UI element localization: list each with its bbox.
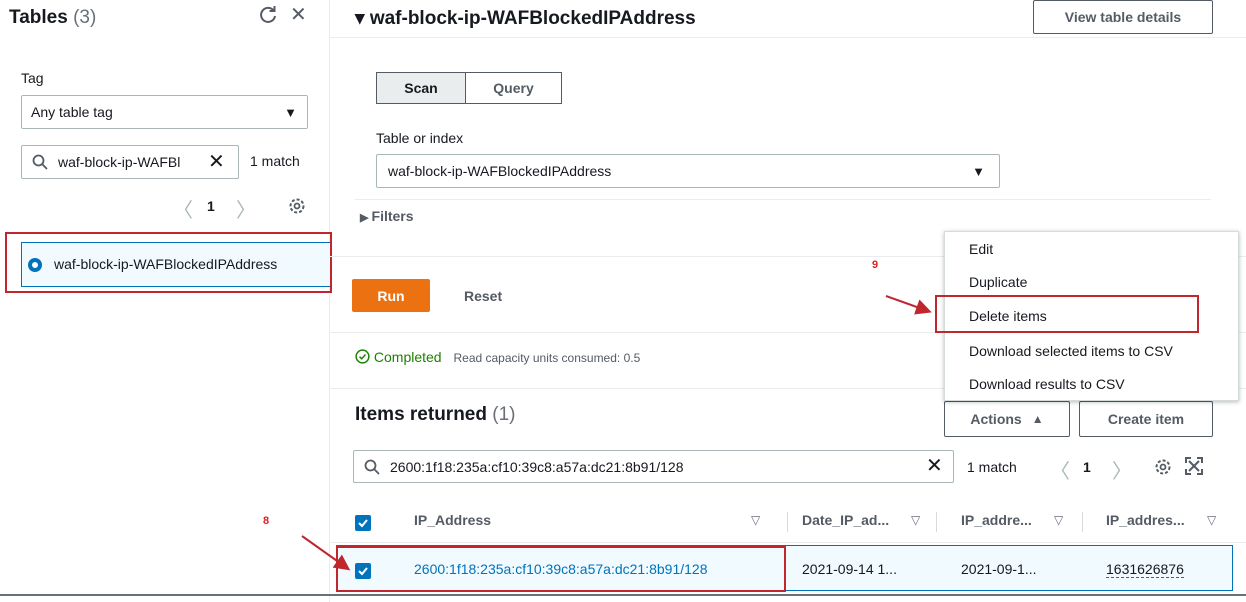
cell-date-ip-added: 2021-09-14 1... — [802, 561, 897, 577]
caret-down-icon: ▼ — [972, 164, 985, 179]
table-search-input[interactable]: waf-block-ip-WAFBl­ ✕ — [21, 145, 239, 179]
table-or-index-select[interactable]: waf-block-ip-WAFBlockedIPAddress ▼ — [376, 154, 1000, 188]
divider — [0, 594, 1246, 596]
annotation-highlight-box — [935, 295, 1199, 333]
prev-page-icon[interactable]: 〈 — [173, 194, 193, 223]
tables-title-label: Tables — [9, 7, 68, 28]
item-search-value: 2600:1f18:235a:cf10:39c8:a57a:dc21:8b91/… — [390, 459, 684, 475]
arrow-icon — [885, 295, 932, 315]
current-page[interactable]: 1 — [1083, 459, 1091, 475]
tag-label: Tag — [21, 70, 44, 86]
cell-ip-address-2: 2021-09-1... — [961, 561, 1037, 577]
refresh-icon[interactable] — [258, 4, 278, 24]
settings-gear-icon[interactable] — [287, 196, 307, 216]
fullscreen-icon[interactable] — [1185, 457, 1203, 475]
annotation-highlight-box — [336, 546, 786, 592]
annotation-step-number: 8 — [263, 515, 270, 527]
search-icon — [364, 459, 380, 475]
current-page[interactable]: 1 — [207, 198, 215, 214]
view-table-details-button[interactable]: View table details — [1033, 0, 1213, 34]
filters-label: Filters — [371, 208, 414, 224]
menu-item-edit[interactable]: Edit — [969, 241, 993, 257]
status-text: Completed — [373, 349, 442, 365]
clear-search-icon[interactable]: ✕ — [926, 454, 943, 478]
annotation-highlight-box — [5, 232, 332, 293]
column-divider[interactable] — [1082, 512, 1083, 532]
divider — [355, 199, 1211, 200]
column-divider[interactable] — [787, 512, 788, 532]
actions-button[interactable]: Actions ▲ — [944, 401, 1070, 437]
annotation-step-number: 9 — [872, 259, 879, 271]
status-row: Completed Read capacity units consumed: … — [355, 349, 640, 365]
items-count: (1) — [492, 404, 516, 425]
item-match-count: 1 match — [967, 459, 1017, 475]
scan-tab[interactable]: Scan — [376, 72, 466, 104]
index-select-value: waf-block-ip-WAFBlockedIPAddress — [388, 163, 612, 179]
create-item-button[interactable]: Create item — [1079, 401, 1213, 437]
next-page-icon[interactable]: 〉 — [236, 194, 256, 223]
items-title-label: Items returned — [355, 404, 487, 425]
next-page-icon[interactable]: 〉 — [1112, 455, 1132, 484]
close-icon[interactable]: ✕ — [290, 5, 307, 25]
tables-panel-title: Tables (3) — [9, 7, 96, 29]
tables-panel — [0, 0, 330, 602]
filters-expander[interactable]: ▶ Filters — [360, 208, 414, 224]
table-or-index-label: Table or index — [376, 130, 464, 146]
menu-item-duplicate[interactable]: Duplicate — [969, 274, 1027, 290]
actions-label: Actions — [970, 411, 1022, 427]
check-icon — [358, 519, 368, 528]
column-divider[interactable] — [936, 512, 937, 532]
column-header-ip-address-2[interactable]: IP_addre... — [961, 512, 1032, 528]
column-header-ip-address[interactable]: IP_Address — [414, 512, 491, 528]
sort-icon[interactable]: ▽ — [1207, 513, 1216, 527]
caret-right-icon: ▶ — [360, 212, 372, 224]
select-all-checkbox[interactable] — [355, 515, 371, 531]
query-section — [330, 37, 1246, 257]
search-icon — [32, 154, 48, 170]
clear-search-icon[interactable]: ✕ — [208, 150, 225, 174]
cell-ip-address-3: 1631626876 — [1106, 561, 1184, 578]
menu-item-download-selected-csv[interactable]: Download selected items to CSV — [969, 343, 1173, 359]
caret-down-icon: ▾ — [355, 8, 370, 29]
column-header-ip-address-3[interactable]: IP_addres... — [1106, 512, 1185, 528]
caret-up-icon: ▲ — [1031, 412, 1044, 426]
query-tab[interactable]: Query — [466, 72, 562, 104]
items-returned-heading: Items returned (1) — [355, 404, 516, 426]
column-header-date-ip-added[interactable]: Date_IP_ad... — [802, 512, 889, 528]
table-name: waf-block-ip-WAFBlockedIPAddress — [369, 8, 696, 29]
caret-down-icon: ▼ — [284, 105, 297, 120]
table-search-value: waf-block-ip-WAFBl­ — [58, 154, 181, 170]
tables-count: (3) — [73, 7, 97, 28]
sort-icon[interactable]: ▽ — [751, 513, 760, 527]
run-button[interactable]: Run — [352, 279, 430, 312]
item-search-input[interactable]: 2600:1f18:235a:cf10:39c8:a57a:dc21:8b91/… — [353, 450, 954, 483]
success-check-icon — [355, 349, 370, 364]
table-name-heading[interactable]: ▾ waf-block-ip-WAFBlockedIPAddress — [355, 7, 696, 30]
sort-icon[interactable]: ▽ — [1054, 513, 1063, 527]
tag-select-value: Any table tag — [31, 104, 113, 120]
settings-gear-icon[interactable] — [1153, 457, 1173, 477]
sort-icon[interactable]: ▽ — [911, 513, 920, 527]
table-match-count: 1 match — [250, 153, 300, 169]
reset-button[interactable]: Reset — [464, 288, 502, 304]
prev-page-icon[interactable]: 〈 — [1050, 455, 1070, 484]
tag-select[interactable]: Any table tag ▼ — [21, 95, 308, 129]
status-detail: Read capacity units consumed: 0.5 — [453, 351, 641, 365]
menu-item-download-results-csv[interactable]: Download results to CSV — [969, 376, 1125, 392]
